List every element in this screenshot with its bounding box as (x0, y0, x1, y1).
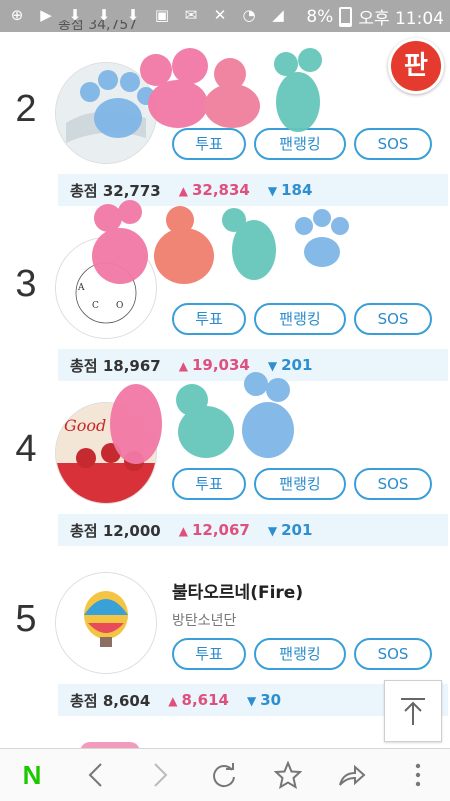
chevron-left-icon (88, 763, 102, 787)
svg-text:Good: Good (64, 416, 106, 435)
menu-button[interactable] (400, 757, 436, 793)
up-score: ▲ 12,067 (178, 521, 250, 539)
cutoff-score-row: 총점 34,757 (58, 20, 438, 38)
more-vertical-icon (415, 763, 421, 787)
rank-number: 2 (15, 88, 37, 130)
back-button[interactable] (78, 757, 114, 793)
album-art (55, 572, 157, 674)
share-button[interactable] (334, 757, 370, 793)
vote-button[interactable]: 투표 (172, 303, 246, 335)
paw-sticker-overlay (92, 200, 349, 284)
naver-home-button[interactable]: N (14, 757, 50, 793)
total-score: 총점 8,604 (70, 691, 151, 710)
arrow-up-icon: ▲ (178, 524, 188, 538)
paw-sticker-overlay (80, 48, 322, 138)
rank-number: 5 (15, 598, 37, 640)
arrow-down-icon: ▼ (267, 524, 278, 538)
refresh-button[interactable] (206, 757, 242, 793)
naver-n-icon: N (22, 759, 42, 790)
album-cover-image (56, 573, 156, 673)
up-score: ▲ 8,614 (168, 691, 229, 709)
rank-item-5[interactable]: 5 불타오르네(Fire) 방탄소년단 투표 팬랭킹 SOS 총점 8,604 … (0, 572, 450, 742)
forward-button[interactable] (142, 757, 178, 793)
fan-ranking-button[interactable]: 팬랭킹 (254, 303, 346, 335)
down-score: ▼ 201 (267, 521, 313, 539)
browser-toolbar: N (0, 748, 450, 801)
down-score: ▼ 30 (246, 691, 282, 709)
song-title[interactable]: 불타오르네(Fire) (172, 578, 303, 603)
badge-button[interactable]: 판 (388, 38, 444, 94)
total-score: 총점 12,000 (70, 521, 161, 540)
cutoff-score-text: 총점 34,757 (58, 20, 138, 33)
score-bar: 총점 12,000 ▲ 12,067 ▼ 201 (58, 514, 448, 546)
refresh-icon (213, 763, 235, 788)
scroll-to-top-button[interactable] (384, 680, 442, 742)
play-icon: ▶ (40, 6, 52, 24)
star-icon (274, 761, 302, 789)
artist-name: 방탄소년단 (172, 613, 237, 629)
sos-button[interactable]: SOS (354, 303, 432, 335)
arrow-up-line-icon (401, 698, 425, 725)
fan-ranking-button[interactable]: 팬랭킹 (254, 638, 346, 670)
rank-number: 4 (15, 428, 37, 470)
sos-button[interactable]: SOS (354, 468, 432, 500)
svg-text:O: O (116, 301, 123, 311)
arrow-down-icon: ▼ (246, 694, 257, 708)
bookmark-button[interactable] (270, 757, 306, 793)
chevron-right-icon (154, 763, 168, 787)
vote-button[interactable]: 투표 (172, 638, 246, 670)
paw-sticker-overlay (110, 372, 294, 464)
rank-number: 3 (15, 263, 37, 305)
arrow-up-icon: ▲ (168, 694, 178, 708)
sos-button[interactable]: SOS (354, 638, 432, 670)
plus-icon: ⊕ (10, 6, 24, 24)
share-arrow-icon (339, 764, 366, 786)
svg-text:C: C (92, 301, 99, 311)
